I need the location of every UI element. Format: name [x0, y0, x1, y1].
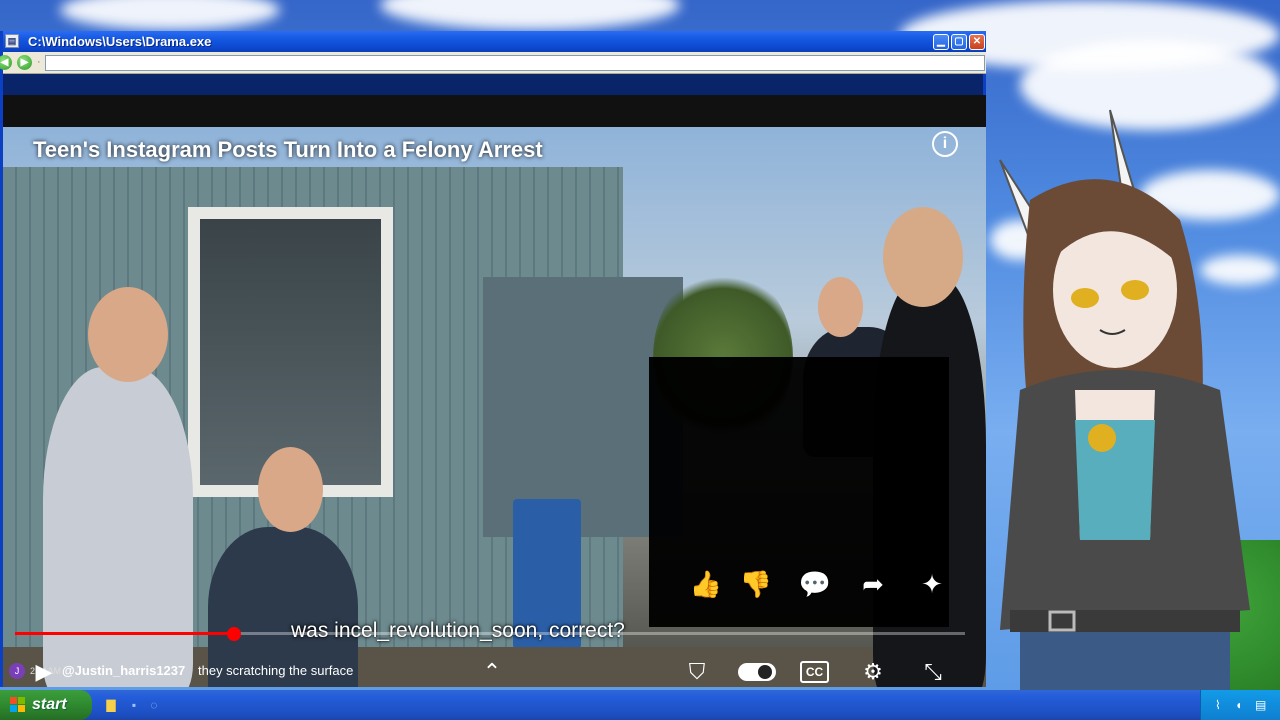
- system-tray: ⌇ ◖ ▤: [1200, 690, 1280, 720]
- tray-icon[interactable]: ▤: [1255, 698, 1266, 712]
- start-button[interactable]: start: [0, 690, 92, 720]
- folder-icon[interactable]: ▇: [103, 697, 119, 713]
- browser-icon[interactable]: ◌: [146, 697, 162, 713]
- chat-username: @Justin_harris1237: [62, 663, 186, 678]
- app-window: ▤ C:\Windows\Users\Drama.exe ▁ ▢ ✕ ◀ ▶ ·: [0, 31, 986, 687]
- chat-avatar: J: [9, 663, 25, 679]
- remix-icon[interactable]: ✦: [915, 567, 949, 601]
- close-icon[interactable]: ✕: [969, 34, 985, 50]
- info-icon[interactable]: i: [932, 131, 958, 157]
- chat-text: they scratching the surface: [198, 663, 354, 678]
- exit-fullscreen-icon[interactable]: ⤡: [919, 657, 947, 687]
- window-title: C:\Windows\Users\Drama.exe: [28, 34, 212, 49]
- vtuber-avatar: [999, 109, 1250, 700]
- windows-logo-icon: [10, 697, 25, 712]
- progress-fill: [15, 632, 234, 635]
- network-icon[interactable]: ⌇: [1215, 698, 1221, 712]
- maximize-icon[interactable]: ▢: [951, 34, 967, 50]
- taskbar: start ▇ ▪ ◌ ⌇ ◖ ▤: [0, 690, 1280, 720]
- start-label: start: [32, 696, 67, 713]
- back-icon[interactable]: ◀: [0, 55, 12, 70]
- address-input[interactable]: [45, 55, 985, 71]
- shield-play-icon[interactable]: ⛉: [683, 657, 711, 687]
- app-icon: ▤: [5, 34, 19, 48]
- chevron-up-icon[interactable]: ⌃: [479, 657, 505, 687]
- volume-icon[interactable]: ◖: [1235, 698, 1242, 712]
- video-player[interactable]: Teen's Instagram Posts Turn Into a Felon…: [3, 95, 986, 687]
- share-icon[interactable]: ➦: [856, 567, 890, 601]
- play-icon[interactable]: ▶: [31, 657, 57, 687]
- progress-thumb[interactable]: [226, 627, 241, 641]
- comments-icon[interactable]: 💬: [798, 567, 832, 601]
- minimize-icon[interactable]: ▁: [933, 34, 949, 50]
- address-bar: ◀ ▶ ·: [0, 52, 986, 74]
- captions-button[interactable]: CC: [800, 661, 829, 683]
- address-separator-icon: ·: [37, 56, 41, 68]
- media-icon[interactable]: ▪: [126, 697, 142, 713]
- video-title: Teen's Instagram Posts Turn Into a Felon…: [33, 137, 543, 162]
- autoplay-toggle[interactable]: [738, 663, 776, 681]
- forward-icon[interactable]: ▶: [17, 55, 32, 70]
- dislike-icon[interactable]: 👎: [739, 567, 773, 601]
- caption-text: was incel_revolution_soon, correct?: [291, 619, 625, 642]
- window-titlebar[interactable]: ▤ C:\Windows\Users\Drama.exe ▁ ▢ ✕: [3, 31, 986, 52]
- like-icon[interactable]: 👍: [689, 567, 723, 601]
- settings-icon[interactable]: ⚙: [859, 657, 887, 687]
- progress-bar[interactable]: [15, 632, 965, 635]
